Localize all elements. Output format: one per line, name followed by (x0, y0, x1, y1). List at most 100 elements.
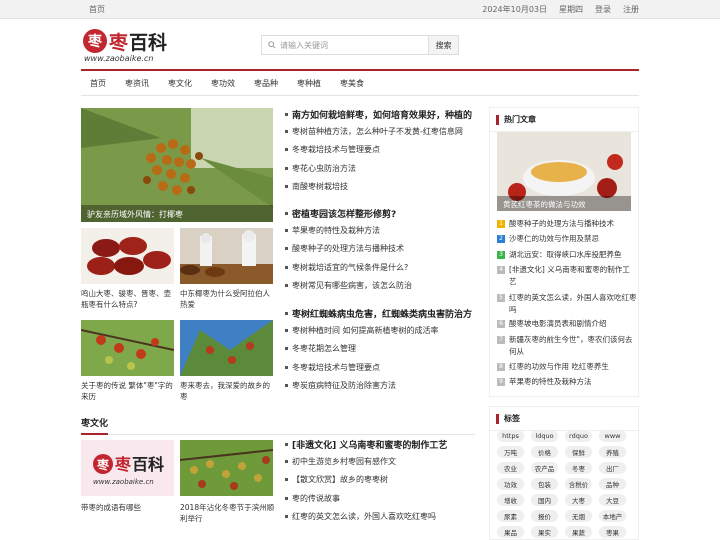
thumb-arab-dates[interactable] (180, 228, 273, 284)
tag-chip[interactable]: www (599, 430, 626, 442)
list-item-text: 苹果枣的特性及栽种方法 (292, 225, 380, 235)
login-link[interactable]: 登录 (595, 4, 611, 15)
tag-chip[interactable]: 冬枣 (565, 462, 592, 474)
list-item[interactable]: 8 红枣的功效与作用 吃红枣养生 (497, 361, 637, 373)
list-item[interactable]: 枣树红蜘蛛病虫危害，红蜘蛛类病虫害防治方 (285, 306, 475, 321)
tag-chip[interactable]: 农业 (497, 462, 524, 474)
nav-item-culture[interactable]: 枣文化 (168, 78, 192, 89)
thumb-hometown[interactable] (180, 320, 273, 376)
article-list: 南方如何栽培鲜枣，如何培育效果好，种植的 枣树苗种植方法，怎么种叶子不发黄-红枣… (285, 107, 475, 196)
tag-chip[interactable]: 国内 (531, 494, 558, 506)
market-photo (180, 228, 273, 284)
tag-chip[interactable]: 果品 (497, 526, 524, 538)
tag-chip[interactable]: 增收 (497, 494, 524, 506)
tag-chip[interactable]: 本地产 (599, 510, 626, 522)
rank-badge: 5 (497, 294, 505, 302)
nav-item-benefits[interactable]: 枣功效 (211, 78, 235, 89)
thumb-caption[interactable]: 枣来枣去，我深爱的故乡的枣 (180, 380, 276, 402)
list-item[interactable]: 枣树常见有哪些病害，该怎么防治 (285, 277, 475, 296)
list-item[interactable]: 枣的传说故事 (285, 489, 475, 508)
tag-chip[interactable]: 大枣 (565, 494, 592, 506)
list-item[interactable]: 6 酸枣坡电影演员表和剧情介绍 (497, 318, 637, 330)
thumb-caption[interactable]: 中东椰枣为什么受阿拉伯人热爱 (180, 288, 276, 310)
list-item[interactable]: 枣花心虫防治方法 (285, 159, 475, 178)
list-item[interactable]: 密植枣园该怎样整形修剪? (285, 206, 475, 221)
rank-badge: 2 (497, 235, 505, 243)
list-item[interactable]: 冬枣花期怎么管理 (285, 340, 475, 359)
list-item[interactable]: 9 苹果枣的特性及栽种方法 (497, 376, 637, 388)
list-item[interactable]: 枣树苗种植方法，怎么种叶子不发黄-红枣信息网 (285, 122, 475, 141)
nav-item-planting[interactable]: 枣种植 (297, 78, 321, 89)
list-item[interactable]: 南酸枣树栽培技 (285, 178, 475, 197)
list-item[interactable]: 酸枣种子的处理方法与播种技术 (285, 240, 475, 259)
thumb-red-dates[interactable] (81, 228, 174, 284)
rank-badge: 4 (497, 266, 505, 274)
section-title[interactable]: 枣文化 (81, 416, 109, 435)
tag-chip[interactable]: 果蔬 (565, 526, 592, 538)
hero-image[interactable]: 驴友亲历域外风情：打椰枣 (81, 108, 273, 222)
tag-chip[interactable]: 保鲜 (565, 446, 592, 458)
nav-item-home[interactable]: 首页 (90, 78, 106, 89)
tag-chip[interactable]: 含税价 (565, 478, 592, 490)
tag-chip[interactable]: ldquo (531, 430, 558, 442)
search-button[interactable]: 搜索 (428, 35, 459, 55)
nav-item-varieties[interactable]: 枣品种 (254, 78, 278, 89)
list-item[interactable]: 4 [非遗文化] 义乌南枣和蜜枣的制作工艺 (497, 264, 637, 288)
list-item[interactable]: [非遗文化] 义乌南枣和蜜枣的制作工艺 (285, 437, 475, 452)
register-link[interactable]: 注册 (623, 4, 639, 15)
list-item[interactable]: 5 红枣的英文怎么读，外国人喜欢吃红枣吗 (497, 292, 637, 316)
tag-chip[interactable]: 枣果 (599, 526, 626, 538)
tag-chip[interactable]: rdquo (565, 430, 592, 442)
list-item[interactable]: 2 沙枣仁的功效与作用及禁忌 (497, 233, 637, 245)
list-item[interactable]: 枣树栽培适宜的气候条件是什么? (285, 258, 475, 277)
hot-feature-caption: 黄芪红枣茶的做法与功效 (497, 196, 631, 211)
tag-chip[interactable]: 万吨 (497, 446, 524, 458)
list-item[interactable]: 枣炭疽病特征及防治除害方法 (285, 377, 475, 396)
list-item[interactable]: 初中生游览乡村枣园有感作文 (285, 452, 475, 471)
tag-chip[interactable]: 养殖 (599, 446, 626, 458)
nav-item-food[interactable]: 枣美食 (340, 78, 364, 89)
tag-chip[interactable]: 功效 (497, 478, 524, 490)
list-item[interactable]: 3 湖北远安：取得峡口水库投肥养鱼 (497, 249, 637, 261)
tag-chip[interactable]: 无烟 (565, 510, 592, 522)
list-item[interactable]: 红枣的英文怎么读，外国人喜欢吃红枣吗 (285, 508, 475, 527)
site-logo[interactable]: 枣 枣 百科 www.zaobaike.cn (82, 28, 172, 64)
search-input[interactable]: 请输入关键词 (261, 35, 429, 55)
tag-chip[interactable]: https (497, 430, 524, 442)
title-bar-icon (496, 413, 499, 424)
thumb-idioms[interactable]: 枣 枣 百科 www.zaobaike.cn (81, 440, 174, 496)
thumb-festival[interactable] (180, 440, 273, 496)
tag-chip[interactable]: 出厂 (599, 462, 626, 474)
list-item[interactable]: 冬枣栽培技术与管理要点 (285, 358, 475, 377)
thumb-caption[interactable]: 鸣山大枣、骏枣、晋枣、壶瓶枣有什么特点? (81, 288, 177, 310)
thumb-caption[interactable]: 关于枣的传说 繁体"枣"字的来历 (81, 380, 177, 402)
thumb-caption[interactable]: 2018年沾化冬枣节于滨州顺利举行 (180, 502, 276, 524)
hot-feature-image[interactable]: 黄芪红枣茶的做法与功效 (497, 132, 631, 211)
rank-badge: 3 (497, 251, 505, 259)
tag-chip[interactable]: 尿素 (497, 510, 524, 522)
tag-chip[interactable]: 大豆 (599, 494, 626, 506)
list-item[interactable]: 7 新疆灰枣的前生今世"，枣农们该何去何从 (497, 334, 637, 358)
tag-chip[interactable]: 价格 (531, 446, 558, 458)
list-item[interactable]: 1 酸枣种子的处理方法与播种技术 (497, 218, 637, 230)
svg-text:枣: 枣 (114, 455, 132, 474)
list-item[interactable]: 【散文欣赏】故乡的枣枣树 (285, 471, 475, 490)
article-list: 密植枣园该怎样整形修剪? 苹果枣的特性及栽种方法 酸枣种子的处理方法与播种技术 … (285, 206, 475, 295)
tag-chip[interactable]: 果实 (531, 526, 558, 538)
list-item[interactable]: 南方如何栽培鲜枣，如何培育效果好，种植的 (285, 107, 475, 122)
tag-chip[interactable]: 农产品 (531, 462, 558, 474)
thumb-caption[interactable]: 带枣的成语有哪些 (81, 502, 177, 513)
tag-chip[interactable]: 品种 (599, 478, 626, 490)
bullet-icon (285, 284, 288, 288)
tag-chip[interactable]: 报价 (531, 510, 558, 522)
tags-title-text: 标签 (504, 414, 520, 423)
list-item[interactable]: 冬枣栽培技术与管理要点 (285, 141, 475, 160)
thumb-legend[interactable] (81, 320, 174, 376)
top-home-link[interactable]: 首页 (89, 4, 105, 15)
list-item[interactable]: 枣树种植时间 如何提高新植枣树的成活率 (285, 321, 475, 340)
tag-chip[interactable]: 包装 (531, 478, 558, 490)
nav-item-news[interactable]: 枣资讯 (125, 78, 149, 89)
list-item[interactable]: 苹果枣的特性及栽种方法 (285, 221, 475, 240)
search-icon (268, 41, 276, 49)
rank-badge: 7 (497, 336, 505, 344)
